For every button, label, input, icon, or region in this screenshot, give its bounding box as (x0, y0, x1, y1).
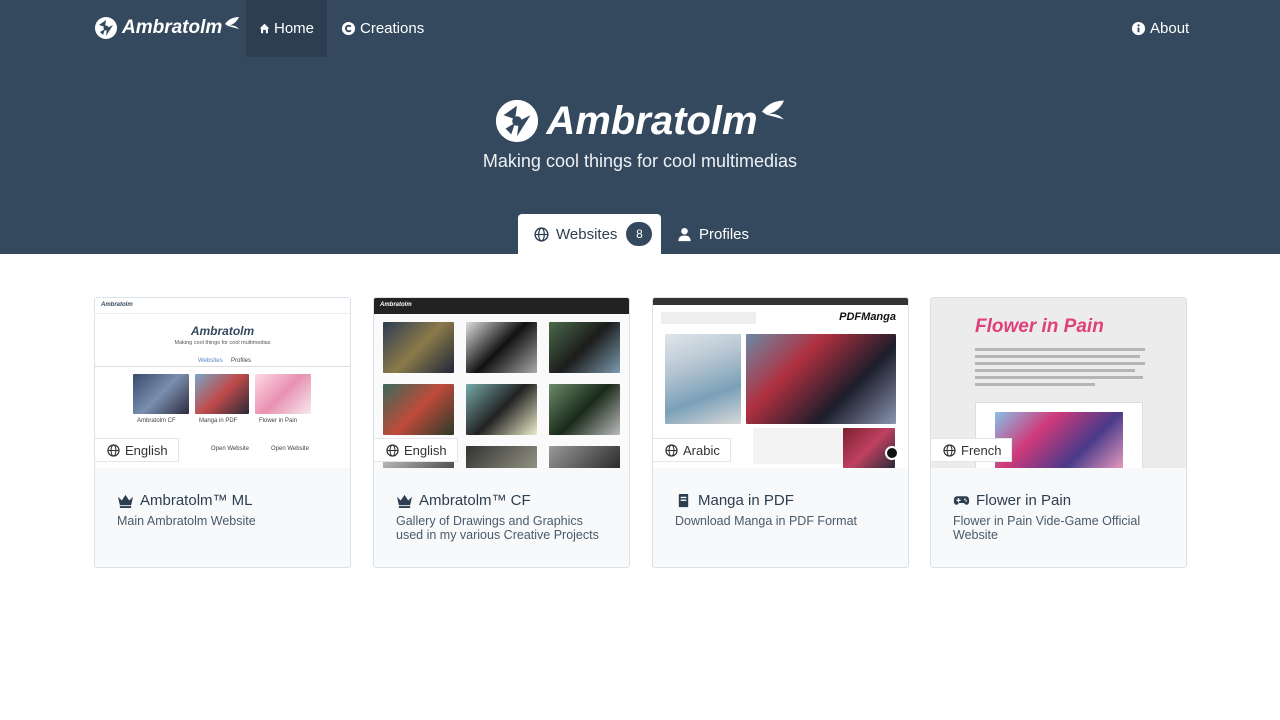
gamepad-icon (953, 496, 970, 505)
website-card-ambratolm-cf[interactable]: Ambratolm English Ambratolm™ CF Gallery … (373, 297, 630, 568)
ambratolm-logo-icon (496, 99, 539, 143)
hero-subtitle: Making cool things for cool multimedias (482, 151, 798, 171)
thumb-image (466, 446, 537, 468)
nav-about[interactable]: About (1118, 0, 1202, 57)
language-tag: Arabic (653, 438, 731, 462)
info-icon (1131, 21, 1146, 36)
website-card-ambratolm-ml[interactable]: Ambratolm Ambratolm Making cool things f… (94, 297, 351, 568)
thumb-brand: Ambratolm (101, 302, 133, 308)
thumb-image (255, 374, 311, 414)
nav-about-label: About (1150, 20, 1190, 37)
hero-banner: Ambratolm Home Creations About Ambratolm (0, 0, 1280, 254)
card-description: Gallery of Drawings and Graphics used in… (396, 514, 599, 542)
language-label: English (404, 442, 447, 458)
language-label: Arabic (683, 442, 720, 458)
card-title-text: Manga in PDF (698, 492, 794, 509)
thumb-open-button: Open Website (211, 446, 249, 452)
thumb-card-title: Ambratolm CF (137, 418, 176, 424)
card-description: Main Ambratolm Website (117, 514, 256, 528)
crown-icon (118, 494, 133, 508)
thumb-image (383, 384, 454, 435)
tab-websites-label: Websites (556, 225, 618, 243)
tab-profiles[interactable]: Profiles (663, 214, 749, 254)
card-thumbnail: Flower in Pain French (931, 298, 1186, 468)
card-thumbnail: Ambratolm English (374, 298, 629, 468)
thumb-open-button: Open Website (271, 446, 309, 452)
thumb-image (383, 322, 454, 373)
leaf-icon (761, 100, 784, 120)
thumb-fip-title: Flower in Pain (975, 316, 1104, 337)
book-icon (678, 493, 689, 508)
thumb-image (549, 446, 620, 468)
crown-icon (397, 494, 412, 508)
card-title: Ambratolm™ ML (117, 492, 253, 509)
thumb-card-title: Flower in Pain (259, 418, 298, 424)
thumb-card-title: Manga in PDF (199, 418, 238, 424)
hero-title: Ambratolm (0, 98, 1280, 144)
globe-icon (534, 226, 549, 242)
thumb-tab-2: Profiles (231, 358, 252, 364)
hero-title-text: Ambratolm (546, 98, 758, 143)
nav-creations-label: Creations (360, 20, 425, 37)
language-tag: English (374, 438, 458, 462)
globe-icon (386, 443, 399, 457)
card-thumbnail: Ambratolm Ambratolm Making cool things f… (95, 298, 350, 468)
chat-bubble-icon (885, 446, 899, 460)
thumb-image (133, 374, 189, 414)
card-title: Flower in Pain (953, 492, 1071, 509)
language-tag: English (95, 438, 179, 462)
card-description: Download Manga in PDF Format (675, 514, 858, 528)
website-card-manga-in-pdf[interactable]: PDFManga Arabic Manga in PDF Download Ma… (652, 297, 909, 568)
card-description: Flower in Pain Vide-Game Official Websit… (953, 514, 1141, 542)
thumb-image (195, 374, 249, 414)
thumb-image (549, 322, 620, 373)
copyright-icon (341, 21, 356, 36)
thumb-image (665, 334, 741, 424)
card-title: Ambratolm™ CF (396, 492, 531, 509)
nav-home[interactable]: Home (246, 0, 327, 57)
thumb-pdf-logo: PDFManga (839, 311, 896, 323)
language-label: English (125, 442, 168, 458)
nav-home-label: Home (273, 20, 314, 37)
leaf-icon (225, 17, 240, 29)
thumb-image (466, 322, 537, 373)
thumb-title: Ambratolm (190, 324, 255, 338)
card-title: Manga in PDF (675, 492, 794, 509)
thumb-image (995, 412, 1123, 468)
card-title-text: Flower in Pain (976, 492, 1072, 509)
card-title-text: Ambratolm™ ML (140, 492, 253, 509)
ambratolm-logo-icon (95, 17, 117, 39)
nav-creations[interactable]: Creations (328, 0, 437, 57)
thumb-brand: Ambratolm (380, 302, 412, 308)
thumb-image (466, 384, 537, 435)
user-icon (678, 227, 691, 241)
tab-websites[interactable]: Websites 8 (518, 214, 661, 254)
website-card-flower-in-pain[interactable]: Flower in Pain French Flower in Pain Flo… (930, 297, 1187, 568)
brand-logo[interactable]: Ambratolm (94, 15, 240, 41)
card-thumbnail: PDFManga Arabic (653, 298, 908, 468)
thumb-subtitle: Making cool things for cool multimedias (174, 340, 271, 346)
thumb-image (549, 384, 620, 435)
card-title-text: Ambratolm™ CF (419, 492, 531, 509)
globe-icon (107, 443, 120, 457)
brand-name: Ambratolm (122, 17, 223, 38)
thumb-tab-1: Websites (198, 358, 223, 364)
language-tag: French (931, 438, 1013, 462)
home-icon (259, 23, 270, 34)
thumb-image (746, 334, 896, 424)
language-label: French (961, 442, 1002, 458)
websites-count-badge: 8 (626, 222, 653, 246)
navbar: Ambratolm Home Creations About (0, 0, 1280, 57)
tab-profiles-label: Profiles (699, 225, 750, 243)
globe-icon (943, 443, 956, 457)
globe-icon (665, 443, 678, 457)
